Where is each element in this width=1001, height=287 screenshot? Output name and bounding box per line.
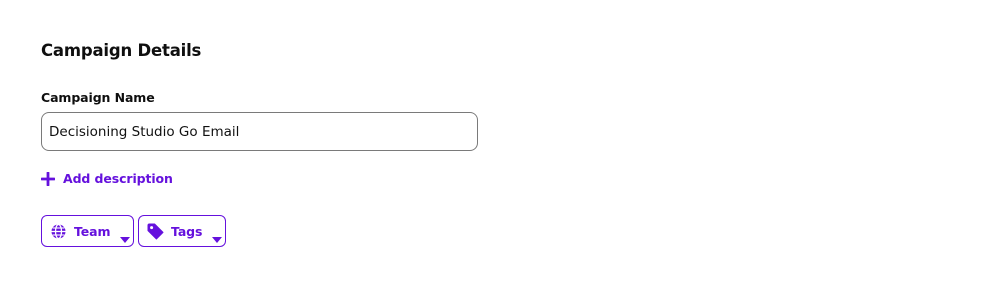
campaign-name-input[interactable] [41,112,478,151]
tags-dropdown-button[interactable]: Tags [138,215,226,247]
chevron-down-icon [212,228,223,243]
campaign-details-panel: Campaign Details Campaign Name Add descr… [41,0,481,287]
tags-label: Tags [171,223,203,239]
chevron-down-icon [120,228,131,243]
section-title: Campaign Details [41,41,202,60]
tag-icon [147,223,164,240]
campaign-name-label: Campaign Name [41,90,155,105]
globe-icon [50,223,67,240]
plus-icon [41,171,55,186]
add-description-button[interactable]: Add description [41,168,173,188]
team-label: Team [74,223,111,239]
team-dropdown-button[interactable]: Team [41,215,134,247]
add-description-label: Add description [63,170,173,186]
